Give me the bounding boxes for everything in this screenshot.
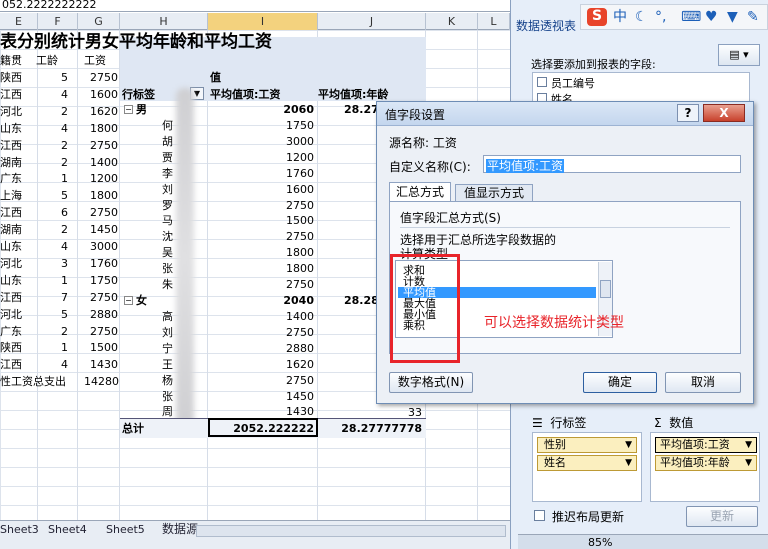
pane-title: 数据透视表 — [516, 19, 577, 33]
collapse-icon[interactable]: − — [124, 296, 133, 305]
pivot-male-age: 28.27 — [344, 103, 379, 116]
close-icon[interactable]: X — [703, 104, 745, 122]
sheet-tab-5[interactable]: Sheet5 — [106, 522, 145, 537]
field-checkbox[interactable] — [537, 77, 547, 87]
column-header-f[interactable]: F — [38, 13, 78, 30]
collapse-icon[interactable]: − — [124, 105, 133, 114]
defer-update-checkbox[interactable] — [534, 510, 545, 521]
wrench-icon[interactable]: ✎ — [747, 9, 759, 25]
chevron-down-icon: ▼ — [745, 458, 752, 468]
grand-total-salary: 2052.222222 — [233, 422, 314, 435]
column-header-j[interactable]: J — [318, 13, 426, 30]
help-icon[interactable]: ? — [677, 104, 699, 122]
row-area-icon: ☰ — [532, 416, 543, 430]
cancel-button[interactable]: 取消 — [665, 372, 741, 393]
pivot-female-age: 28.28 — [344, 294, 379, 307]
ok-button[interactable]: 确定 — [583, 372, 657, 393]
dialog-title: 值字段设置 — [385, 108, 446, 122]
custom-name-input[interactable]: 平均值项:工资 — [483, 155, 741, 173]
value-field-salary[interactable]: 平均值项:工资 ▼ — [655, 437, 757, 453]
values-area-text: 数值 — [669, 416, 694, 430]
keyboard-icon[interactable]: ⌨ — [681, 9, 701, 25]
row-field-gender[interactable]: 性别 ▼ — [537, 437, 637, 453]
update-button[interactable]: 更新 — [686, 506, 758, 527]
pivot-group-male: 男 — [136, 103, 147, 116]
scroll-thumb[interactable] — [600, 280, 611, 298]
pivot-name-cell[interactable]: 朱 — [162, 275, 173, 294]
horizontal-scrollbar[interactable] — [196, 525, 506, 537]
total-salary-label: 性工资总支出 — [0, 375, 66, 388]
column-header-g[interactable]: G — [78, 13, 120, 30]
field-label: 员工编号 — [551, 77, 595, 90]
zoom-level[interactable]: 85% — [588, 536, 612, 549]
skin-icon[interactable]: ♥ — [705, 9, 718, 25]
source-name-value: 工资 — [432, 136, 457, 150]
column-header-l[interactable]: L — [478, 13, 510, 30]
column-header-h[interactable]: H — [120, 13, 208, 30]
status-bar: 85% — [518, 534, 768, 549]
sigma-icon: Σ — [654, 416, 662, 430]
custom-name-label: 自定义名称(C): — [389, 160, 471, 174]
source-name-label: 源名称: 工资 — [389, 136, 457, 150]
value-field-age[interactable]: 平均值项:年龄 ▼ — [655, 455, 757, 471]
tab-summarize[interactable]: 汇总方式 — [389, 182, 451, 202]
column-headers: E F G H I J K L — [0, 13, 510, 30]
grand-total-age: 28.27777778 — [341, 422, 422, 435]
chevron-down-icon: ▼ — [625, 458, 632, 468]
punctuation-icon[interactable]: °, — [655, 9, 666, 25]
group-title: 值字段汇总方式(S) — [400, 211, 501, 225]
dialog-titlebar: 值字段设置 ? X — [377, 102, 753, 126]
moon-icon[interactable]: ☾ — [635, 9, 648, 25]
chevron-down-icon: ▼ — [625, 440, 632, 450]
shirt-icon[interactable]: ▼ — [727, 9, 738, 25]
chevron-down-icon: ▼ — [745, 440, 752, 450]
choose-fields-label: 选择要添加到报表的字段: — [531, 58, 656, 71]
formula-bar[interactable]: 052.2222222222 — [0, 0, 510, 12]
layout-options-button[interactable]: ▤ ▾ — [718, 44, 760, 66]
pivot-group-female: 女 — [136, 294, 147, 307]
number-format-button[interactable]: 数字格式(N) — [389, 372, 473, 393]
values-area-label: Σ 数值 — [654, 414, 693, 431]
sheet-tab-source[interactable]: 数据源 — [162, 522, 198, 537]
column-header-i[interactable]: I — [208, 13, 318, 30]
column-header-k[interactable]: K — [426, 13, 478, 30]
row-area-text: 行标签 — [550, 416, 587, 430]
sheet-tabs: Sheet3 Sheet4 Sheet5 数据源 — [0, 520, 510, 549]
column-header-e[interactable]: E — [0, 13, 38, 30]
row-field-name[interactable]: 姓名 ▼ — [537, 455, 637, 471]
highlight-box — [390, 254, 460, 363]
redacted-names — [176, 88, 194, 428]
defer-update-label: 推迟布局更新 — [552, 510, 625, 524]
row-area-label: ☰ 行标签 — [532, 414, 586, 431]
grand-total-label: 总计 — [122, 422, 144, 435]
sheet-title: 表分别统计男女平均年龄和平均工资 — [0, 32, 272, 52]
sheet-tab-3[interactable]: Sheet3 — [0, 522, 39, 537]
sheet-tab-4[interactable]: Sheet4 — [48, 522, 87, 537]
sogou-logo-icon[interactable]: S — [587, 8, 607, 26]
ime-toolbar: S 中 ☾ °, ⌨ ♥ ▼ ✎ — [580, 4, 768, 30]
row-area-box[interactable]: 性别 ▼ 姓名 ▼ — [532, 432, 642, 502]
values-area-box[interactable]: 平均值项:工资 ▼ 平均值项:年龄 ▼ — [650, 432, 760, 502]
annotation-text: 可以选择数据统计类型 — [484, 315, 624, 331]
total-salary-value: 14280 — [84, 375, 119, 388]
tab-show-values[interactable]: 值显示方式 — [455, 184, 533, 202]
ime-mode[interactable]: 中 — [613, 9, 627, 25]
